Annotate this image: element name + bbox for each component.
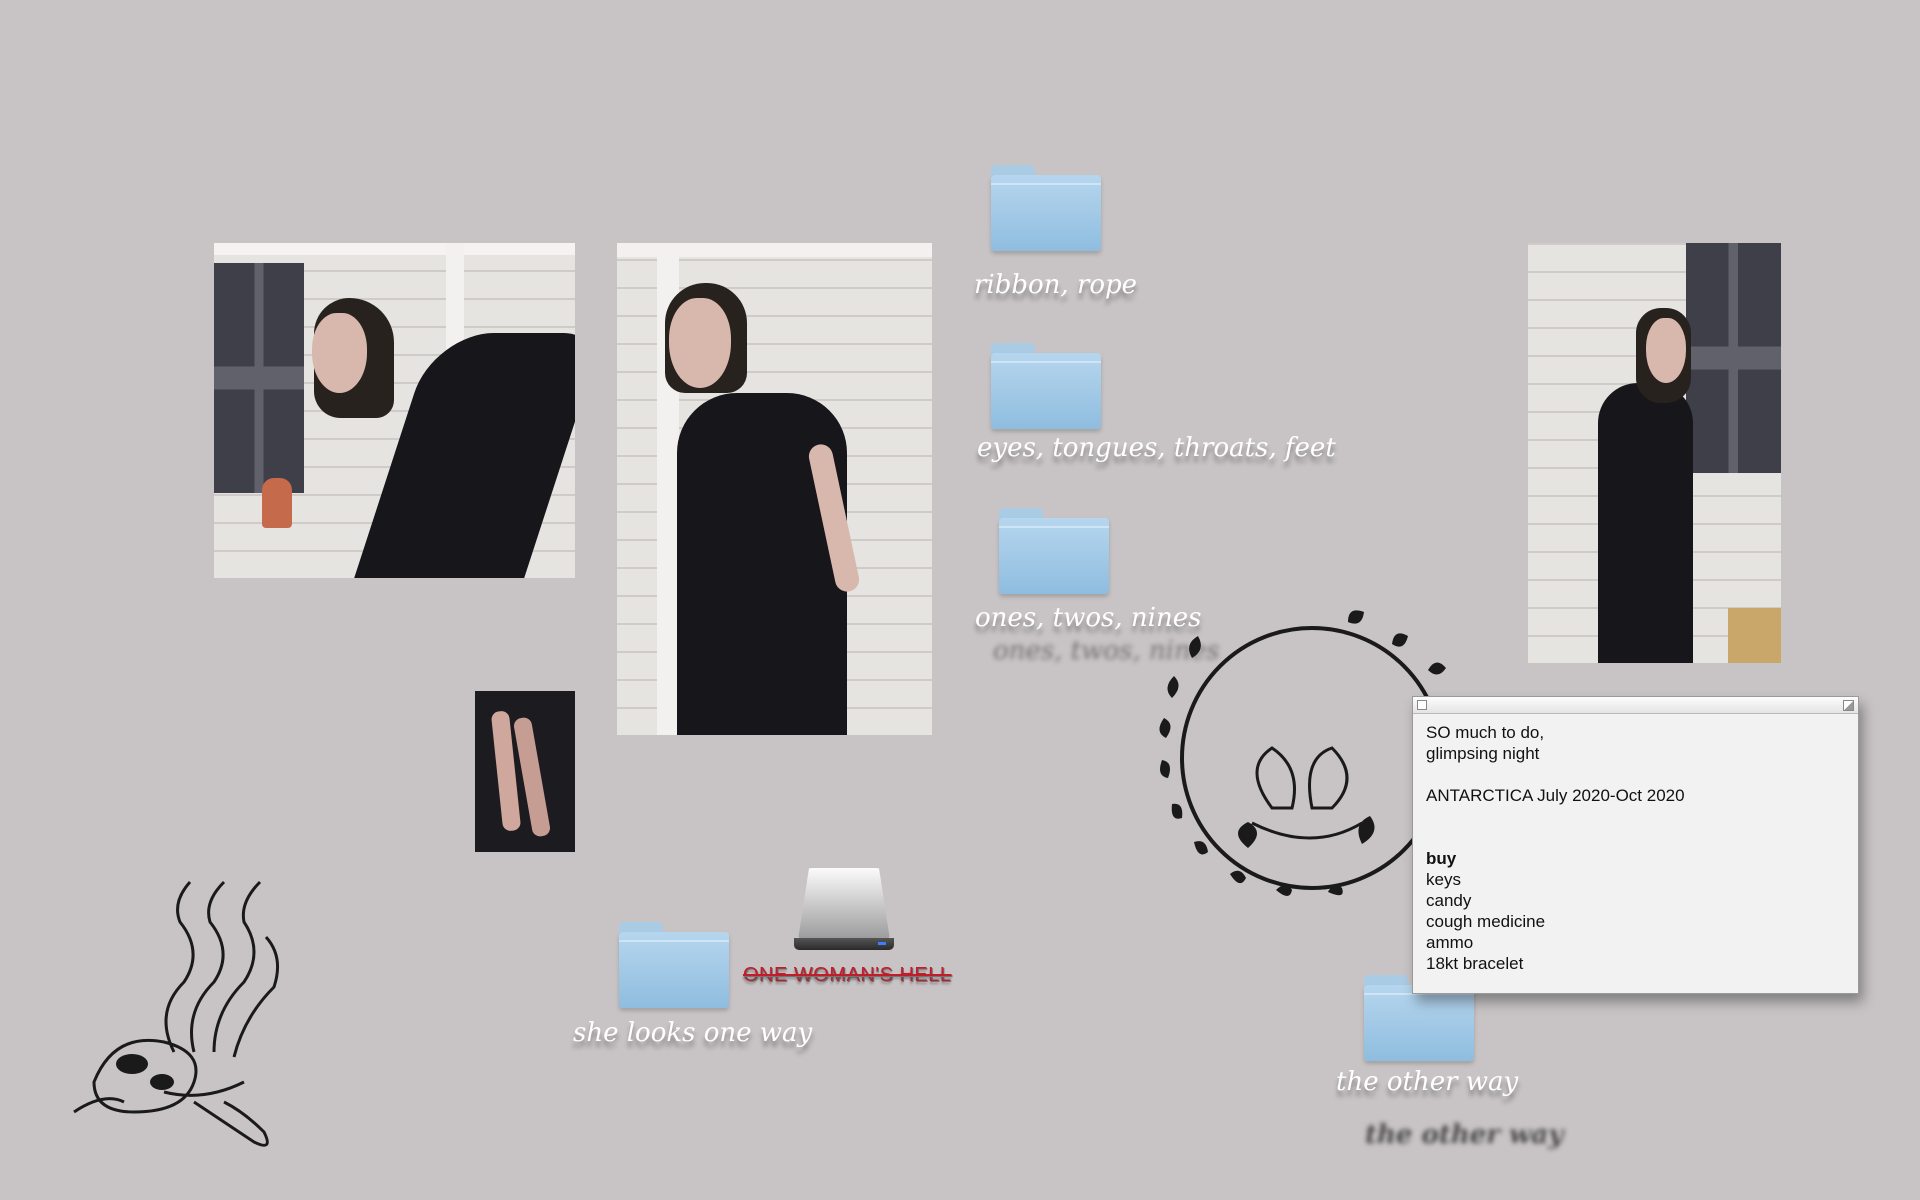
note-line: keys bbox=[1426, 870, 1461, 889]
note-line: candy bbox=[1426, 891, 1472, 910]
folder-label-eyes-tongues[interactable]: eyes, tongues, throats, feet bbox=[977, 433, 1336, 463]
folder-icon[interactable] bbox=[991, 343, 1101, 429]
photo-woman-profile-window[interactable] bbox=[1528, 243, 1781, 663]
note-line: ANTARCTICA July 2020-Oct 2020 bbox=[1426, 786, 1685, 805]
note-titlebar[interactable] bbox=[1413, 697, 1858, 714]
note-content[interactable]: SO much to do, glimpsing night ANTARCTIC… bbox=[1413, 714, 1858, 982]
note-line: 18kt bracelet bbox=[1426, 954, 1524, 973]
folder-label-she-looks-one-way[interactable]: she looks one way bbox=[573, 1018, 812, 1048]
close-icon[interactable] bbox=[1417, 700, 1427, 710]
note-line bbox=[1426, 827, 1845, 848]
note-line: SO much to do, bbox=[1426, 723, 1545, 742]
folder-icon[interactable] bbox=[619, 922, 729, 1008]
photo-hands-detail[interactable] bbox=[475, 691, 575, 852]
drive-icon[interactable] bbox=[794, 868, 894, 952]
resize-icon[interactable] bbox=[1843, 700, 1854, 711]
note-line: glimpsing night bbox=[1426, 744, 1540, 763]
note-line: cough medicine bbox=[1426, 912, 1546, 931]
octopus-drawing-icon bbox=[73, 880, 280, 1147]
folder-label-ribbon-rope[interactable]: ribbon, rope bbox=[974, 270, 1137, 300]
drive-label[interactable]: ONE WOMAN'S HELL bbox=[743, 964, 952, 987]
photo-woman-hand-on-hip[interactable] bbox=[617, 243, 932, 735]
sticky-note-window[interactable]: SO much to do, glimpsing night ANTARCTIC… bbox=[1412, 696, 1859, 994]
folder-icon[interactable] bbox=[991, 165, 1101, 251]
folder-label-the-other-way[interactable]: the other way bbox=[1336, 1067, 1518, 1097]
note-line: ammo bbox=[1426, 933, 1474, 952]
note-heading-buy: buy bbox=[1426, 849, 1457, 868]
folder-icon[interactable] bbox=[999, 508, 1109, 594]
photo-woman-leaning[interactable] bbox=[214, 243, 575, 578]
note-line bbox=[1426, 764, 1845, 785]
folder-label-ghost: the other way bbox=[1365, 1120, 1564, 1150]
note-line bbox=[1426, 806, 1845, 827]
